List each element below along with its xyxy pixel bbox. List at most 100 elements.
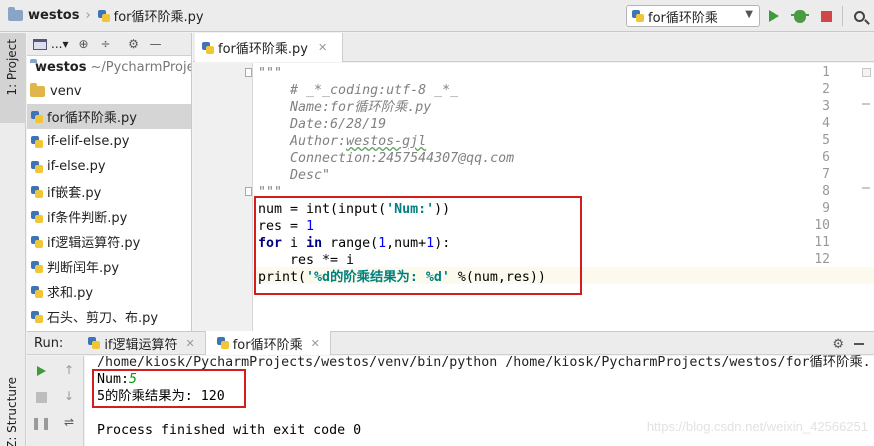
line-number: 2 [822,82,830,97]
tree-item-label: if-elif-else.py [47,134,130,149]
tree-item[interactable]: if条件判断.py [27,204,191,229]
play-icon [36,366,46,376]
folder-icon [8,7,23,21]
tree-item-label: if嵌套.py [47,186,102,201]
debug-button[interactable] [790,6,810,26]
structure-tool-button[interactable]: Z: Structure [0,373,26,446]
gear-icon[interactable]: ⚙ [832,337,844,352]
line-number: 9 [822,201,830,216]
locate-file-icon[interactable]: ⊕ [76,37,90,51]
close-icon[interactable]: ✕ [318,41,327,54]
python-file-icon [30,135,44,149]
line-number-gutter [193,63,253,331]
breadcrumb-separator: › [85,8,91,23]
breadcrumb-file[interactable]: for循环阶乘.py [114,6,204,25]
navigation-bar: westos › for循环阶乘.py for循环阶乘 ▼ [0,0,874,32]
fold-icon[interactable] [245,187,252,196]
run-configuration-select[interactable]: for循环阶乘 ▼ [626,5,760,27]
close-icon[interactable]: ✕ [186,337,195,350]
gear-icon[interactable]: ⚙ [126,37,140,51]
project-tool-button[interactable]: 1: Project [0,33,26,123]
code-line: Desc" [258,168,331,183]
search-everywhere-button[interactable] [849,6,869,26]
collapse-all-icon[interactable]: ÷ [98,37,112,51]
editor-tab-bar: for循环阶乘.py ✕ [193,33,874,62]
error-stripe-mark[interactable] [862,103,870,105]
inspection-status-icon[interactable] [862,68,871,77]
run-configuration-label: for循环阶乘 [648,10,718,26]
editor-tab-active[interactable]: for循环阶乘.py ✕ [195,33,343,62]
highlight-box [92,369,246,408]
run-tab[interactable]: if逻辑运算符 ✕ [77,331,204,355]
project-tool-label: 1: Project [5,39,19,96]
python-file-icon [201,41,215,55]
tree-item-label: 石头、剪刀、布.py [47,311,159,326]
python-file-icon [87,336,101,350]
tree-item[interactable]: 判断闰年.py [27,254,191,279]
close-icon[interactable]: ✕ [311,337,320,350]
python-file-icon [216,336,230,350]
fold-icon[interactable] [245,68,252,77]
run-tab-label: if逻辑运算符 [104,337,178,353]
code-line: Date:6/28/19 [258,117,387,132]
line-number: 4 [822,116,830,131]
code-editor[interactable]: 12345678910111213 """ # _*_coding:utf-8 … [193,63,874,331]
highlight-box [254,196,582,295]
python-file-icon [631,9,645,23]
run-button[interactable] [764,6,784,26]
tool-window-stripe: 1: Project Z: Structure [0,33,26,446]
code-line: # _*_coding:utf-8 _*_ [258,83,459,98]
tree-item[interactable]: 石头、剪刀、布.py [27,304,191,329]
breadcrumb-project[interactable]: westos [28,8,79,23]
tree-item[interactable]: if-else.py [27,154,191,179]
view-chooser[interactable]: ...▾ [51,37,68,51]
line-number: 7 [822,167,830,182]
tree-item-label: 求和.py [47,286,94,301]
python-file-icon [97,9,111,23]
tree-item[interactable]: if逻辑运算符.py [27,229,191,254]
stop-button[interactable] [816,6,836,26]
python-file-icon [30,210,44,224]
stop-icon [35,391,47,403]
structure-tool-label: Z: Structure [5,377,19,446]
tree-item-label: if条件判断.py [47,211,128,226]
line-number: 1 [822,65,830,80]
search-icon [853,10,865,22]
tree-item[interactable]: venv [27,79,191,104]
project-view-icon[interactable] [33,38,47,50]
tree-item[interactable]: for循环阶乘.py [27,104,191,129]
python-file-icon [30,310,44,324]
stop-icon [820,10,832,22]
run-tab-active[interactable]: for循环阶乘 ✕ [204,331,331,355]
project-tree: venv for循环阶乘.py if-elif-else.py if-else.py i… [27,79,191,329]
pause-icon[interactable]: ❚❚ [31,416,51,430]
hide-icon[interactable]: — [148,37,162,51]
folder-icon [30,83,45,97]
stop-button[interactable] [34,390,48,404]
watermark: https://blog.csdn.net/weixin_42566251 [646,419,868,434]
up-arrow-icon[interactable]: ↑ [62,363,76,377]
error-stripe-mark[interactable] [862,187,870,189]
project-root[interactable]: westos ~/PycharmProje [27,56,191,79]
run-panel-header: Run: if逻辑运算符 ✕ for循环阶乘 ✕ ⚙ [27,331,874,355]
tree-item-label: if逻辑运算符.py [47,236,141,251]
line-number: 11 [814,235,830,250]
line-number: 8 [822,184,830,199]
rerun-button[interactable] [34,364,48,378]
line-number: 10 [814,218,830,233]
down-arrow-icon[interactable]: ↓ [62,389,76,403]
code-line: Connection:2457544307@qq.com [258,151,515,166]
run-console[interactable]: /home/kiosk/PycharmProjects/westos/venv/… [85,355,874,446]
tree-item[interactable]: if嵌套.py [27,179,191,204]
breadcrumb: westos › for循环阶乘.py [0,6,204,25]
tree-item-label: if-else.py [47,159,106,174]
soft-wrap-icon[interactable]: ⇌ [62,415,76,429]
hide-icon[interactable] [854,343,864,345]
tree-item[interactable]: if-elif-else.py [27,129,191,154]
tree-item-label: venv [50,84,82,99]
project-panel-toolbar: ...▾ ⊕ ÷ ⚙ — [27,33,191,56]
project-root-path: ~/PycharmProje [90,60,192,75]
tree-item[interactable]: 求和.py [27,279,191,304]
console-exit-message: Process finished with exit code 0 [97,423,362,438]
bug-icon [791,9,809,23]
